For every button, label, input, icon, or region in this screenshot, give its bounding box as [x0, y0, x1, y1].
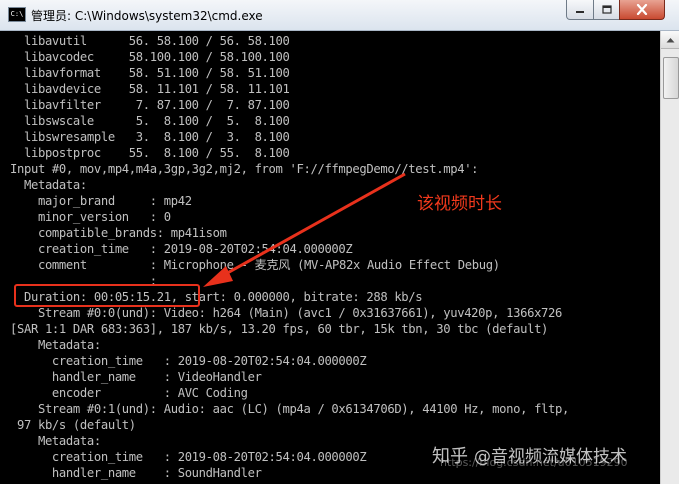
watermark-brand: 知乎	[432, 446, 468, 467]
cmd-window: C:\ 管理员: C:\Windows\system32\cmd.exe lib…	[0, 0, 679, 484]
annotation-arrow-icon	[203, 172, 406, 287]
annotation-label: 该视频时长	[417, 194, 502, 214]
watermark-author: @音视频流媒体技术	[474, 447, 627, 467]
watermark: 知乎 @音视频流媒体技术	[432, 442, 627, 470]
